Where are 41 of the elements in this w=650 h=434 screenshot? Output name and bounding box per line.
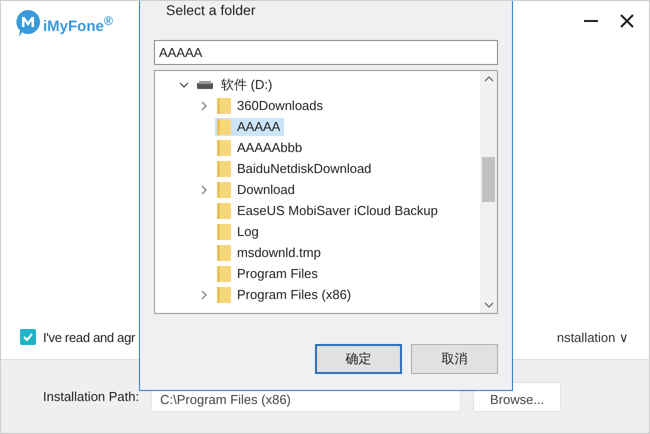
installation-options-link[interactable]: nstallation ∨ (556, 330, 629, 344)
checkmark-icon (22, 331, 34, 343)
folder-item[interactable]: msdownld.tmp (215, 244, 325, 262)
folder-item[interactable]: EaseUS MobiSaver iCloud Backup (215, 202, 442, 220)
drive-icon (197, 80, 213, 88)
chevron-right-icon[interactable] (199, 290, 209, 300)
folder-icon (217, 224, 231, 240)
chevron-right-icon[interactable] (199, 184, 209, 194)
folder-item[interactable]: 360Downloads (215, 96, 328, 114)
agreement-text: I've read and agr (43, 330, 136, 344)
folder-item[interactable]: AAAAAbbb (215, 138, 306, 156)
folder-icon (217, 266, 231, 282)
chevron-right-icon[interactable] (199, 100, 209, 110)
scrollbar-thumb[interactable] (482, 157, 495, 202)
close-icon[interactable] (619, 13, 635, 29)
folder-item[interactable]: Program Files (215, 264, 322, 282)
agree-checkbox[interactable] (20, 329, 36, 345)
dialog-title: Select a folder (165, 1, 256, 20)
folder-field[interactable]: AAAAA (154, 40, 498, 65)
cancel-button[interactable]: 取消 (411, 344, 498, 374)
logo-icon (15, 9, 41, 39)
folder-item[interactable]: Download (215, 180, 299, 198)
folder-icon (217, 118, 231, 134)
folder-item[interactable]: Program Files (x86) (215, 286, 356, 304)
folder-icon (217, 286, 231, 302)
path-label: Installation Path: (43, 389, 140, 404)
folder-item[interactable]: Log (215, 222, 263, 240)
folder-icon (217, 160, 231, 176)
folder-icon (217, 98, 231, 114)
folder-icon (217, 244, 231, 260)
folder-item[interactable]: AAAAA (215, 118, 284, 136)
folder-item[interactable]: BaiduNetdiskDownload (215, 160, 376, 178)
scroll-up-icon[interactable] (484, 75, 494, 83)
scroll-down-icon[interactable] (484, 301, 494, 309)
folder-icon (217, 182, 231, 198)
folder-icon (217, 202, 231, 218)
chevron-down-icon[interactable] (179, 80, 189, 90)
logo-text: iMyFone$^{®}$ (43, 14, 114, 34)
folder-icon (217, 140, 231, 156)
drive-label[interactable]: 软件 (D:) (221, 76, 272, 94)
ok-button[interactable]: 确定 (315, 344, 402, 374)
